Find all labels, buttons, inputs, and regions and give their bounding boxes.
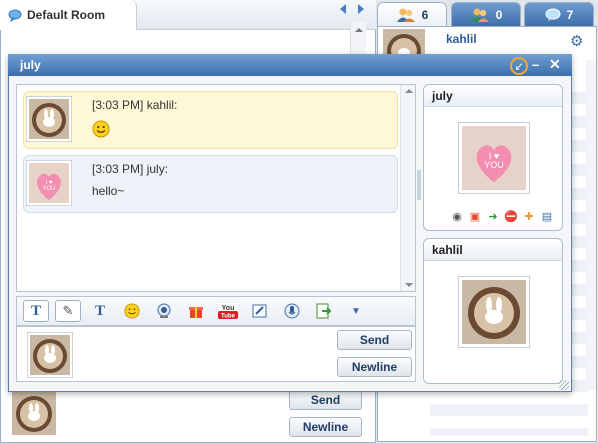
message-time: [3:03 PM] bbox=[92, 162, 144, 176]
gift-icon[interactable] bbox=[183, 300, 209, 322]
add-friend-icon[interactable]: ✚ bbox=[522, 209, 536, 223]
tab-chats[interactable]: 7 bbox=[524, 2, 594, 26]
user-list-scrollbar[interactable] bbox=[586, 60, 596, 390]
tab-default-room[interactable]: Default Room bbox=[0, 0, 137, 30]
emoticon-icon[interactable] bbox=[119, 300, 145, 322]
prev-room-arrow-icon[interactable] bbox=[340, 4, 346, 14]
send-file-icon[interactable]: ➜ bbox=[486, 209, 500, 223]
message-text: hello~ bbox=[92, 184, 125, 198]
newline-button[interactable]: Newline bbox=[337, 357, 412, 377]
whiteboard-icon[interactable] bbox=[247, 300, 273, 322]
profile-card-icon[interactable]: ▤ bbox=[540, 209, 554, 223]
profile-photo[interactable]: I ♥ YOU bbox=[458, 122, 530, 194]
font-style-icon[interactable]: T bbox=[23, 300, 49, 322]
webcam-icon[interactable] bbox=[151, 300, 177, 322]
sender-avatar: I ♥ YOU bbox=[26, 160, 72, 206]
profile-name: kahlil bbox=[424, 239, 562, 261]
message: [3:03 PM] kahlil: bbox=[23, 91, 398, 149]
svg-text:Tube: Tube bbox=[221, 314, 236, 320]
message-scrollbar[interactable] bbox=[400, 85, 415, 291]
profile-actions: ◉ ▣ ➜ ⛔ ✚ ▤ bbox=[450, 209, 554, 223]
message: I ♥ YOU [3:03 PM] july: hello~ bbox=[23, 155, 398, 213]
message-header: [3:03 PM] july: bbox=[92, 162, 168, 176]
room-input-avatar bbox=[12, 391, 56, 435]
text-color-icon[interactable]: T bbox=[87, 300, 113, 322]
youtube-icon[interactable]: You Tube bbox=[215, 300, 241, 322]
svg-text:You: You bbox=[222, 305, 235, 312]
users-count: 6 bbox=[421, 7, 429, 22]
gear-icon[interactable]: ⚙ bbox=[570, 32, 583, 50]
minimize-icon[interactable]: – bbox=[532, 57, 539, 72]
next-room-arrow-icon[interactable] bbox=[358, 4, 364, 14]
chat-bubble-icon bbox=[8, 9, 22, 22]
close-icon[interactable]: ✕ bbox=[549, 56, 561, 73]
message-sender: kahlil: bbox=[146, 98, 178, 112]
message-sender: july: bbox=[146, 162, 169, 176]
users-icon bbox=[396, 7, 416, 23]
restore-icon[interactable]: ↙ bbox=[510, 57, 528, 75]
profile-card-july: july I ♥ YOU ◉ ▣ ➜ ⛔ ✚ ▤ bbox=[423, 84, 563, 231]
user-name[interactable]: kahlil bbox=[446, 32, 477, 46]
room-send-button[interactable]: Send bbox=[289, 390, 362, 410]
friends-icon bbox=[470, 7, 490, 23]
profile-name: july bbox=[424, 85, 562, 107]
svg-text:YOU: YOU bbox=[42, 186, 55, 192]
chat-bubble-icon bbox=[545, 8, 561, 22]
tab-users[interactable]: 6 bbox=[377, 2, 447, 26]
gift-icon[interactable]: ▣ bbox=[468, 209, 482, 223]
smiley-emoticon-icon bbox=[92, 120, 110, 138]
chat-title-bar[interactable] bbox=[8, 54, 572, 76]
resize-handle[interactable] bbox=[559, 380, 569, 390]
chat-title: july bbox=[20, 58, 41, 72]
block-icon[interactable]: ⛔ bbox=[504, 209, 518, 223]
tab-friends[interactable]: 0 bbox=[451, 2, 521, 26]
input-avatar bbox=[27, 332, 73, 378]
room-tab-label: Default Room bbox=[27, 8, 105, 22]
more-arrow-icon[interactable]: ▼ bbox=[343, 300, 369, 322]
profile-card-kahlil: kahlil bbox=[423, 238, 563, 384]
sender-avatar bbox=[26, 96, 72, 142]
send-file-icon[interactable] bbox=[311, 300, 337, 322]
message-list: [3:03 PM] kahlil: I ♥ YOU [3:03 PM] july:… bbox=[16, 84, 416, 292]
voice-icon[interactable] bbox=[279, 300, 305, 322]
send-button[interactable]: Send bbox=[337, 330, 412, 350]
friends-count: 0 bbox=[495, 7, 503, 22]
splitter-handle[interactable] bbox=[417, 170, 421, 200]
brush-icon[interactable]: ✎ bbox=[55, 300, 81, 322]
message-body bbox=[92, 120, 110, 138]
room-newline-button[interactable]: Newline bbox=[289, 417, 362, 437]
profile-photo[interactable] bbox=[458, 276, 530, 348]
chats-count: 7 bbox=[566, 7, 574, 22]
message-time: [3:03 PM] bbox=[92, 98, 144, 112]
compose-toolbar: T ✎ T You Tube ▼ bbox=[16, 296, 416, 326]
svg-text:YOU: YOU bbox=[484, 160, 504, 170]
message-header: [3:03 PM] kahlil: bbox=[92, 98, 177, 112]
webcam-icon[interactable]: ◉ bbox=[450, 209, 464, 223]
